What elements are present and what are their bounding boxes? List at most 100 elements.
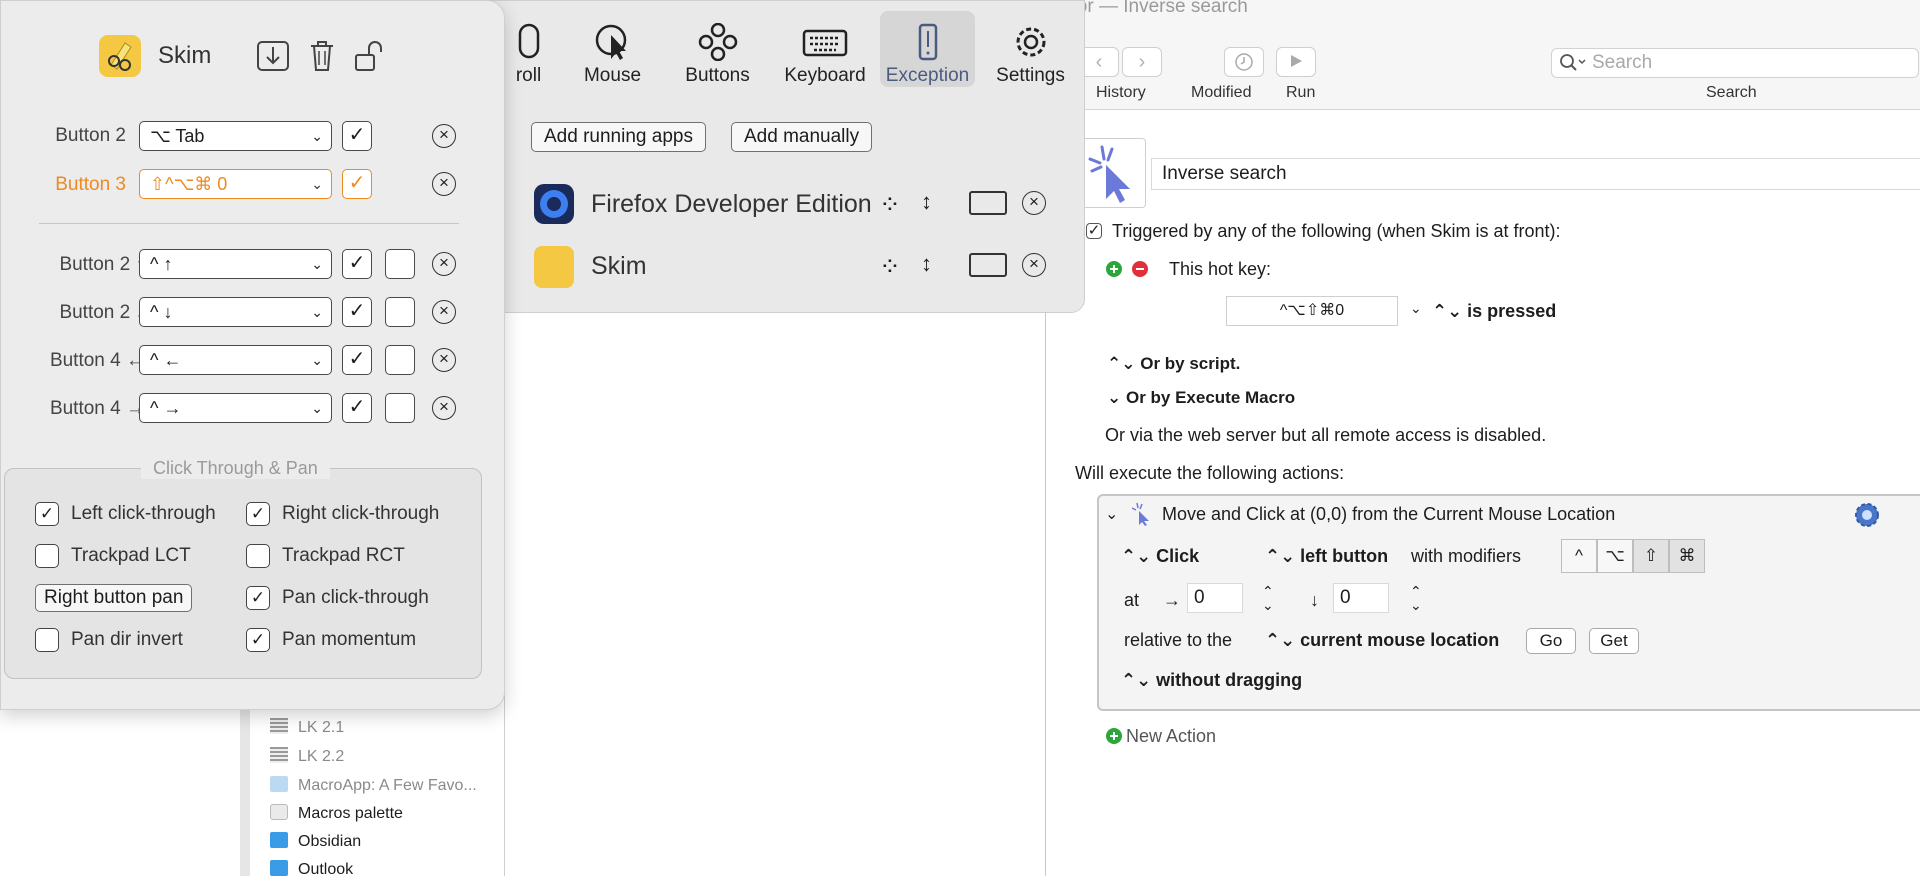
button-4-right-enable-checkbox[interactable]: ✓ — [342, 393, 372, 423]
modifier-option-toggle[interactable]: ⌥ — [1597, 539, 1633, 573]
down-arrow-icon: ↓ — [1310, 590, 1319, 610]
relative-to-popup[interactable]: ⌃⌄ current mouse location — [1265, 630, 1499, 651]
remove-trigger-icon[interactable] — [1131, 260, 1149, 278]
modifier-command-toggle[interactable]: ⌘ — [1669, 539, 1705, 573]
get-button[interactable]: Get — [1589, 628, 1639, 654]
tab-keyboard[interactable]: Keyboard — [771, 11, 879, 87]
button-2-up-shortcut-dropdown[interactable]: ^ ↑ ⌄ — [139, 249, 332, 279]
button-2-up-enable-checkbox[interactable]: ✓ — [342, 249, 372, 279]
scroll-icon[interactable]: ↕ — [921, 189, 932, 215]
list-item[interactable]: LK 2.1 — [270, 718, 344, 737]
buttons-icon[interactable]: ⁘ — [879, 251, 901, 282]
trackpad-rct-checkbox[interactable] — [246, 544, 270, 568]
add-running-apps-button[interactable]: Add running apps — [531, 122, 706, 152]
tab-settings[interactable]: Settings — [983, 11, 1078, 87]
button-4-right-remove-icon[interactable]: × — [432, 396, 456, 420]
app-name[interactable]: Firefox Developer Edition — [591, 190, 872, 219]
hotkey-field[interactable]: ^⌥⇧⌘0 — [1226, 296, 1398, 326]
x-offset-input[interactable]: 0 — [1187, 583, 1243, 613]
import-icon[interactable] — [255, 39, 291, 73]
dropdown-value: ⇧^⌥⌘ 0 — [150, 174, 228, 194]
pan-dir-invert-checkbox[interactable] — [35, 628, 59, 652]
button-4-left-remove-icon[interactable]: × — [432, 348, 456, 372]
tab-exception[interactable]: Exception — [880, 11, 975, 87]
button-4-left-shortcut-dropdown[interactable]: ^ ← ⌄ — [139, 345, 332, 375]
button-2-up-option-checkbox[interactable] — [385, 249, 415, 279]
unlock-icon[interactable] — [353, 39, 387, 73]
button-2-down-enable-checkbox[interactable]: ✓ — [342, 297, 372, 327]
hotkey-menu-chevron-icon[interactable]: ⌄ — [1410, 300, 1422, 317]
list-item[interactable]: Obsidian — [270, 832, 361, 851]
x-stepper[interactable]: ⌃ ⌄ — [1262, 584, 1274, 612]
remove-app-icon[interactable]: × — [1022, 253, 1046, 277]
y-offset-input[interactable]: 0 — [1333, 583, 1389, 613]
app-name[interactable]: Skim — [591, 252, 647, 281]
trigger-checkbox[interactable]: ✓ — [1086, 223, 1102, 239]
list-item[interactable]: LK 2.2 — [270, 747, 344, 766]
run-button[interactable] — [1276, 47, 1316, 77]
skim-app-title: Skim — [158, 42, 212, 69]
skim-settings-popover: Skim Button 2 ⌥ Tab ⌄ ✓ × Button 3 ⇧^⌥⌘ 0… — [0, 0, 505, 710]
action-disclosure-chevron-icon[interactable]: ⌄ — [1105, 504, 1118, 524]
button-2-up-remove-icon[interactable]: × — [432, 252, 456, 276]
folder-icon — [270, 776, 288, 792]
search-input[interactable]: Search — [1551, 48, 1919, 78]
button-3-remove-icon[interactable]: × — [432, 172, 456, 196]
pan-momentum-checkbox[interactable]: ✓ — [246, 628, 270, 652]
chevron-down-icon: ⌄ — [311, 176, 323, 192]
keyboard-icon[interactable] — [969, 253, 1007, 277]
button-2-down-remove-icon[interactable]: × — [432, 300, 456, 324]
chevron-down-icon: ⌄ — [311, 352, 323, 368]
button-3-enable-checkbox[interactable]: ✓ — [342, 169, 372, 199]
button-4-right-option-checkbox[interactable] — [385, 393, 415, 423]
button-3-shortcut-dropdown[interactable]: ⇧^⌥⌘ 0 ⌄ — [139, 169, 332, 199]
right-button-pan-button[interactable]: Right button pan — [35, 584, 193, 612]
dragging-popup[interactable]: ⌃⌄ without dragging — [1121, 670, 1302, 691]
button-4-right-shortcut-dropdown[interactable]: ^ → ⌄ — [139, 393, 332, 423]
click-type-popup[interactable]: ⌃⌄ Click — [1121, 546, 1199, 567]
trackpad-rct-label: Trackpad RCT — [282, 545, 405, 566]
list-item-label: Macros palette — [298, 805, 403, 822]
modifier-shift-toggle[interactable]: ⇧ — [1633, 539, 1669, 573]
y-stepper[interactable]: ⌃ ⌄ — [1410, 584, 1422, 612]
modifier-control-toggle[interactable]: ^ — [1561, 539, 1597, 573]
skim-app-icon — [534, 246, 574, 288]
macro-icon-well[interactable] — [1081, 138, 1146, 208]
right-click-through-checkbox[interactable]: ✓ — [246, 502, 270, 526]
mouse-button-label: left button — [1300, 546, 1389, 566]
button-4-left-option-checkbox[interactable] — [385, 345, 415, 375]
button-4-left-enable-checkbox[interactable]: ✓ — [342, 345, 372, 375]
go-button[interactable]: Go — [1526, 628, 1576, 654]
list-item[interactable]: Outlook — [270, 860, 353, 876]
trash-icon[interactable] — [307, 39, 337, 73]
button-2-down-option-checkbox[interactable] — [385, 297, 415, 327]
button-2-remove-icon[interactable]: × — [432, 124, 456, 148]
buttons-icon[interactable]: ⁘ — [879, 189, 901, 220]
button-2-enable-checkbox[interactable]: ✓ — [342, 121, 372, 151]
mouse-button-popup[interactable]: ⌃⌄ left button — [1265, 546, 1388, 567]
scroll-icon[interactable]: ↕ — [921, 251, 932, 277]
new-action-icon[interactable] — [1105, 727, 1123, 745]
button-2-down-shortcut-dropdown[interactable]: ^ ↓ ⌄ — [139, 297, 332, 327]
gear-icon[interactable] — [1852, 500, 1882, 530]
tab-mouse[interactable]: Mouse — [565, 11, 660, 87]
button-2-shortcut-dropdown[interactable]: ⌥ Tab ⌄ — [139, 121, 332, 151]
tab-buttons[interactable]: Buttons — [670, 11, 765, 87]
left-click-through-checkbox[interactable]: ✓ — [35, 502, 59, 526]
pan-click-through-checkbox[interactable]: ✓ — [246, 586, 270, 610]
hotkey-state-popup[interactable]: ⌃⌄ is pressed — [1432, 301, 1556, 322]
add-trigger-icon[interactable] — [1105, 260, 1123, 278]
or-script-popup[interactable]: ⌃⌄ Or by script. — [1107, 354, 1240, 374]
macro-name-field[interactable]: Inverse search — [1151, 158, 1920, 190]
modified-button[interactable] — [1224, 47, 1264, 77]
or-execute-disclosure[interactable]: ⌄ Or by Execute Macro — [1107, 388, 1295, 408]
list-item[interactable]: MacroApp: A Few Favo... — [270, 776, 477, 795]
forward-button[interactable]: › — [1122, 47, 1162, 77]
list-item[interactable]: Macros palette — [270, 804, 403, 823]
new-action-button[interactable]: New Action — [1126, 726, 1216, 747]
add-manually-button[interactable]: Add manually — [731, 122, 873, 152]
trackpad-lct-checkbox[interactable] — [35, 544, 59, 568]
back-button[interactable]: ‹ — [1079, 47, 1119, 77]
remove-app-icon[interactable]: × — [1022, 191, 1046, 215]
keyboard-icon[interactable] — [969, 191, 1007, 215]
